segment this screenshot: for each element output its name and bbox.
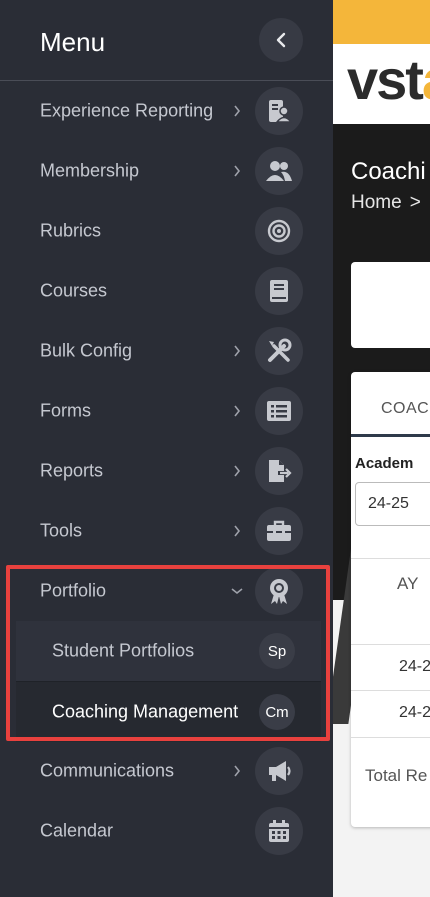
chevron-right-icon: [231, 525, 243, 537]
table-row[interactable]: 24-2: [399, 658, 430, 676]
table-header-ay[interactable]: AY: [397, 574, 418, 594]
tools-icon: [255, 327, 303, 375]
academic-year-select[interactable]: 24-25: [355, 482, 430, 526]
menu-title: Menu: [40, 27, 106, 57]
sidebar-item-portfolio[interactable]: Portfolio: [0, 561, 333, 621]
tab-coaching[interactable]: COACI: [381, 400, 430, 418]
chevron-right-icon: [231, 405, 243, 417]
megaphone-icon: [255, 747, 303, 795]
sidebar-subitem-label: Coaching Management: [52, 701, 239, 722]
file-export-icon: [255, 447, 303, 495]
breadcrumb-home-link[interactable]: Home: [351, 192, 402, 213]
sidebar-subitem-coaching-management[interactable]: Coaching Management Cm: [16, 682, 321, 742]
sidebar-item-label: Courses: [40, 280, 108, 301]
page-title: Coachi: [351, 158, 426, 185]
sidebar-subitem-student-portfolios[interactable]: Student Portfolios Sp: [16, 621, 321, 681]
coaching-card: COACI Academ 24-25 AY 24-2 24-2 Total Re: [351, 372, 430, 827]
subitem-badge: Cm: [259, 694, 295, 730]
sidebar-item-label: Bulk Config: [40, 340, 133, 361]
table-divider: [351, 737, 430, 738]
collapse-menu-button[interactable]: [259, 18, 303, 62]
subitem-badge: Sp: [259, 633, 295, 669]
sidebar-item-bulk-config[interactable]: Bulk Config: [0, 321, 333, 381]
sidebar-item-label: Experience Reporting: [40, 100, 214, 121]
sidebar-menu: Menu Experience Reporting Membership Rub…: [0, 0, 333, 897]
sidebar-item-label: Reports: [40, 460, 104, 481]
list-icon: [255, 387, 303, 435]
calendar-icon: [255, 807, 303, 855]
people-icon: [255, 147, 303, 195]
table-divider: [351, 644, 430, 645]
sidebar-item-membership[interactable]: Membership: [0, 141, 333, 201]
chevron-down-icon: [231, 585, 243, 597]
breadcrumb-separator: >: [409, 192, 421, 213]
toolbox-icon: [255, 507, 303, 555]
sidebar-item-label: Portfolio: [40, 580, 107, 601]
sidebar-item-calendar[interactable]: Calendar: [0, 801, 333, 861]
main-page: vsta Coachi Home > COACI Academ 24-25 AY …: [333, 0, 430, 897]
table-row[interactable]: 24-2: [399, 704, 430, 722]
sidebar-item-courses[interactable]: Courses: [0, 261, 333, 321]
person-id-card-icon: [255, 87, 303, 135]
sidebar-item-reports[interactable]: Reports: [0, 441, 333, 501]
chevron-left-icon: [276, 32, 286, 48]
sidebar-item-communications[interactable]: Communications: [0, 741, 333, 801]
chevron-right-icon: [231, 105, 243, 117]
sidebar-item-label: Calendar: [40, 820, 114, 841]
chevron-right-icon: [231, 165, 243, 177]
sidebar-item-rubrics[interactable]: Rubrics: [0, 201, 333, 261]
menu-header: Menu: [0, 0, 333, 81]
sidebar-item-label: Tools: [40, 520, 83, 541]
table-divider: [351, 558, 430, 559]
chevron-right-icon: [231, 765, 243, 777]
award-icon: [255, 567, 303, 615]
sidebar-item-forms[interactable]: Forms: [0, 381, 333, 441]
breadcrumb: Home >: [351, 192, 421, 214]
table-divider: [351, 690, 430, 691]
academic-year-value: 24-25: [368, 495, 409, 512]
top-accent-bar: [333, 0, 430, 44]
sidebar-item-label: Rubrics: [40, 220, 102, 241]
chevron-right-icon: [231, 465, 243, 477]
vsta-logo[interactable]: vsta: [347, 52, 430, 108]
sidebar-item-experience-reporting[interactable]: Experience Reporting: [0, 81, 333, 141]
summary-card: [351, 262, 430, 348]
table-total-label: Total Re: [365, 766, 428, 785]
target-icon: [255, 207, 303, 255]
sidebar-item-label: Communications: [40, 760, 175, 781]
academic-year-label: Academ: [355, 455, 414, 472]
tab-divider: [351, 434, 430, 437]
sidebar-subitem-label: Student Portfolios: [52, 640, 195, 661]
book-icon: [255, 267, 303, 315]
chevron-right-icon: [231, 345, 243, 357]
sidebar-item-label: Membership: [40, 160, 140, 181]
sidebar-item-label: Forms: [40, 400, 91, 421]
sidebar-item-tools[interactable]: Tools: [0, 501, 333, 561]
